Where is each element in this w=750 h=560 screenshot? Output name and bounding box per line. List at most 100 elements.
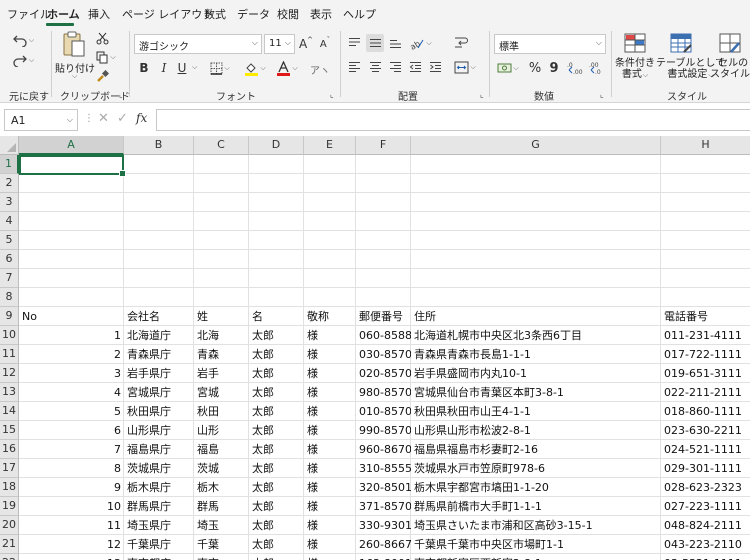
clipboard-launcher-icon[interactable]: ⌞	[119, 90, 123, 99]
cell-phone[interactable]: 027-223-1111	[661, 497, 750, 516]
cell-honorific[interactable]: 様	[304, 535, 356, 554]
cell-no[interactable]: 2	[19, 345, 124, 364]
row-header-22[interactable]: 22	[0, 554, 19, 560]
cell-last[interactable]: 群馬	[194, 497, 249, 516]
row-header-15[interactable]: 15	[0, 421, 19, 440]
cell-last[interactable]: 岩手	[194, 364, 249, 383]
header-cell-no[interactable]: No	[19, 307, 124, 326]
row-header-6[interactable]: 6	[0, 250, 19, 269]
cell-zip[interactable]: 371-8570	[356, 497, 411, 516]
bold-button[interactable]: B	[137, 59, 151, 77]
cell-zip[interactable]: 980-8570	[356, 383, 411, 402]
cell-zip[interactable]: 030-8570	[356, 345, 411, 364]
cell-company[interactable]: 栃木県庁	[124, 478, 194, 497]
number-launcher-icon[interactable]: ⌞	[600, 90, 604, 99]
cell-company[interactable]: 秋田県庁	[124, 402, 194, 421]
cell-styles-label[interactable]: セルの スタイル⌵	[710, 58, 750, 81]
cancel-icon[interactable]: ✕	[98, 111, 109, 126]
row-header-20[interactable]: 20	[0, 516, 19, 535]
row-header-2[interactable]: 2	[0, 174, 19, 193]
cell-last[interactable]: 千葉	[194, 535, 249, 554]
header-cell-first[interactable]: 名	[249, 307, 304, 326]
cell-company[interactable]: 宮城県庁	[124, 383, 194, 402]
cell-phone[interactable]: 023-630-2211	[661, 421, 750, 440]
tab-view[interactable]: 表示	[310, 6, 332, 22]
cell-no[interactable]: 3	[19, 364, 124, 383]
cell-first[interactable]: 太郎	[249, 421, 304, 440]
tab-file[interactable]: ファイル	[7, 6, 51, 22]
row-header-16[interactable]: 16	[0, 440, 19, 459]
insert-function-icon[interactable]: fx	[136, 111, 147, 125]
cell-no[interactable]: 9	[19, 478, 124, 497]
row-header-11[interactable]: 11	[0, 345, 19, 364]
cell-zip[interactable]: 020-8570	[356, 364, 411, 383]
cell-phone[interactable]: 048-824-2111	[661, 516, 750, 535]
cell-no[interactable]: 7	[19, 440, 124, 459]
name-box[interactable]: A1 ⌵	[4, 109, 78, 131]
cell-phone[interactable]: 029-301-1111	[661, 459, 750, 478]
cell-company[interactable]: 千葉県庁	[124, 535, 194, 554]
cell-first[interactable]: 太郎	[249, 459, 304, 478]
enter-check-icon[interactable]: ✓	[117, 111, 128, 126]
header-cell-zip[interactable]: 郵便番号	[356, 307, 411, 326]
row-header-19[interactable]: 19	[0, 497, 19, 516]
cell-honorific[interactable]: 様	[304, 440, 356, 459]
row-header-7[interactable]: 7	[0, 269, 19, 288]
shrink-font-button[interactable]: Aˇ	[317, 35, 333, 53]
cell-phone[interactable]: 022-211-2111	[661, 383, 750, 402]
row-header-18[interactable]: 18	[0, 478, 19, 497]
cell-address[interactable]: 東京都新宿区西新宿2-8-1	[411, 554, 661, 560]
select-all-button[interactable]	[0, 136, 19, 155]
cell-first[interactable]: 太郎	[249, 402, 304, 421]
percent-button[interactable]: %	[527, 59, 543, 77]
align-center-button[interactable]	[367, 59, 383, 75]
orientation-button[interactable]: ab ⌵	[408, 34, 434, 52]
cell-company[interactable]: 青森県庁	[124, 345, 194, 364]
cell-zip[interactable]: 060-8588	[356, 326, 411, 345]
cell-company[interactable]: 埼玉県庁	[124, 516, 194, 535]
cell-phone[interactable]: 028-623-2323	[661, 478, 750, 497]
cell-first[interactable]: 太郎	[249, 326, 304, 345]
cell-honorific[interactable]: 様	[304, 516, 356, 535]
cell-no[interactable]: 5	[19, 402, 124, 421]
cell-address[interactable]: 北海道札幌市中央区北3条西6丁目	[411, 326, 661, 345]
cell-zip[interactable]: 330-9301	[356, 516, 411, 535]
cell-phone[interactable]: 024-521-1111	[661, 440, 750, 459]
cell-zip[interactable]: 320-8501	[356, 478, 411, 497]
cell-zip[interactable]: 260-8667	[356, 535, 411, 554]
formula-input[interactable]	[156, 109, 750, 131]
font-name-select[interactable]: 游ゴシック ⌵	[134, 34, 262, 54]
copy-button[interactable]: ⌵	[94, 49, 118, 65]
tab-page-layout[interactable]: ページ レイアウト	[122, 6, 213, 22]
cell-company[interactable]: 東京都庁	[124, 554, 194, 560]
cell-company[interactable]: 北海道庁	[124, 326, 194, 345]
cell-honorific[interactable]: 様	[304, 345, 356, 364]
cell-last[interactable]: 茨城	[194, 459, 249, 478]
tab-insert[interactable]: 挿入	[88, 6, 110, 22]
row-header-8[interactable]: 8	[0, 288, 19, 307]
column-header-h[interactable]: H	[661, 136, 750, 155]
cell-company[interactable]: 群馬県庁	[124, 497, 194, 516]
accounting-format-button[interactable]: ⌵	[495, 59, 521, 77]
cell-address[interactable]: 群馬県前橋市大手町1-1-1	[411, 497, 661, 516]
header-cell-last[interactable]: 姓	[194, 307, 249, 326]
cell-last[interactable]: 福島	[194, 440, 249, 459]
cell-honorific[interactable]: 様	[304, 554, 356, 560]
cell-last[interactable]: 青森	[194, 345, 249, 364]
align-bottom-button[interactable]	[387, 35, 403, 51]
cell-company[interactable]: 岩手県庁	[124, 364, 194, 383]
cell-last[interactable]: 埼玉	[194, 516, 249, 535]
column-header-f[interactable]: F	[356, 136, 411, 155]
cell-address[interactable]: 福島県福島市杉妻町2-16	[411, 440, 661, 459]
cell-no[interactable]: 12	[19, 535, 124, 554]
header-cell-honorific[interactable]: 敬称	[304, 307, 356, 326]
cell-phone[interactable]: 019-651-3111	[661, 364, 750, 383]
cut-button[interactable]	[94, 30, 110, 46]
cell-first[interactable]: 太郎	[249, 440, 304, 459]
cell-address[interactable]: 埼玉県さいたま市浦和区高砂3-15-1	[411, 516, 661, 535]
cell-address[interactable]: 茨城県水戸市笠原町978-6	[411, 459, 661, 478]
grow-font-button[interactable]: A ^	[298, 35, 314, 53]
redo-button[interactable]: ⌵	[10, 51, 36, 69]
cell-phone[interactable]: 03-5321-1111	[661, 554, 750, 560]
spreadsheet-grid[interactable]: ABCDEFGH 1 2 3 4 5 6 7 8 9 10 11 12 13 14 15 16 17 18 19 20…	[0, 136, 750, 560]
